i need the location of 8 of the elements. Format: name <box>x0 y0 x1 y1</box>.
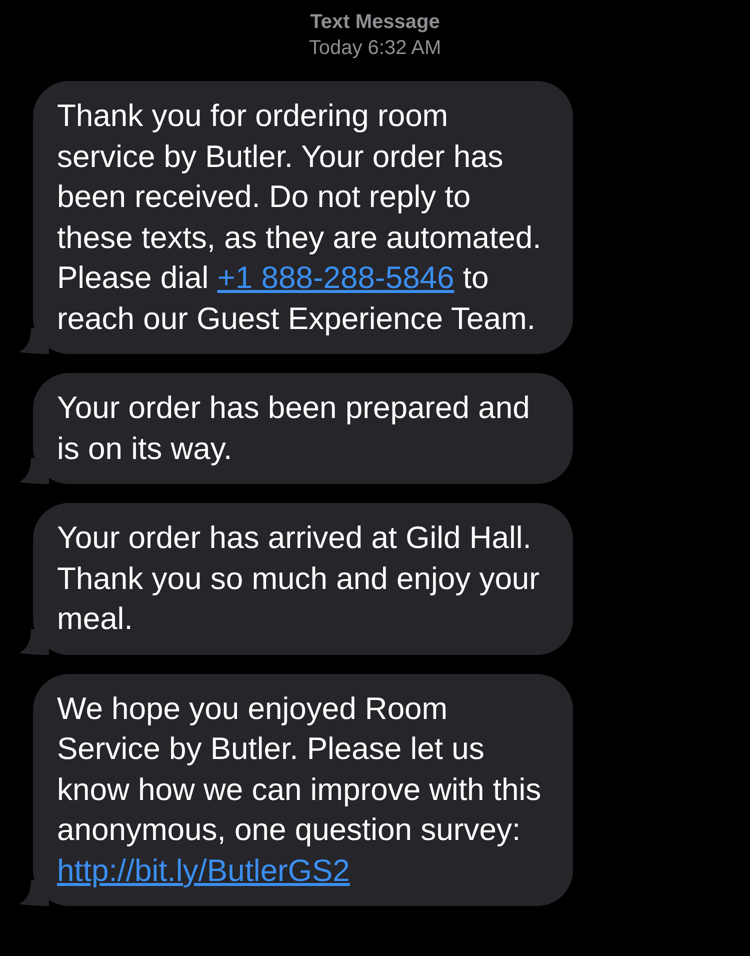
message-text: Your order has arrived at Gild Hall. Thank you so much and enjoy your meal. <box>57 519 540 638</box>
conversation-title: Text Message <box>310 10 440 35</box>
message-link[interactable]: +1 888-288-5846 <box>217 260 454 295</box>
message-text: We hope you enjoyed Room Service by Butler. Please let us know how we can improve with this anonymous, one question survey: http://bit.ly/ButlerGS2 <box>57 690 542 890</box>
message-timestamp: Today 6:32 AM <box>308 36 442 61</box>
message-text: Your order has been prepared and is on its way. <box>57 389 531 468</box>
message-link[interactable]: http://bit.ly/ButlerGS2 <box>57 852 350 888</box>
message-text: Thank you for ordering room service by Butler. Your order has been received. Do not reply to these texts, as they are automated. Please dial +1 888-288-5846 to reach our Guest Experience Team. <box>57 97 542 338</box>
